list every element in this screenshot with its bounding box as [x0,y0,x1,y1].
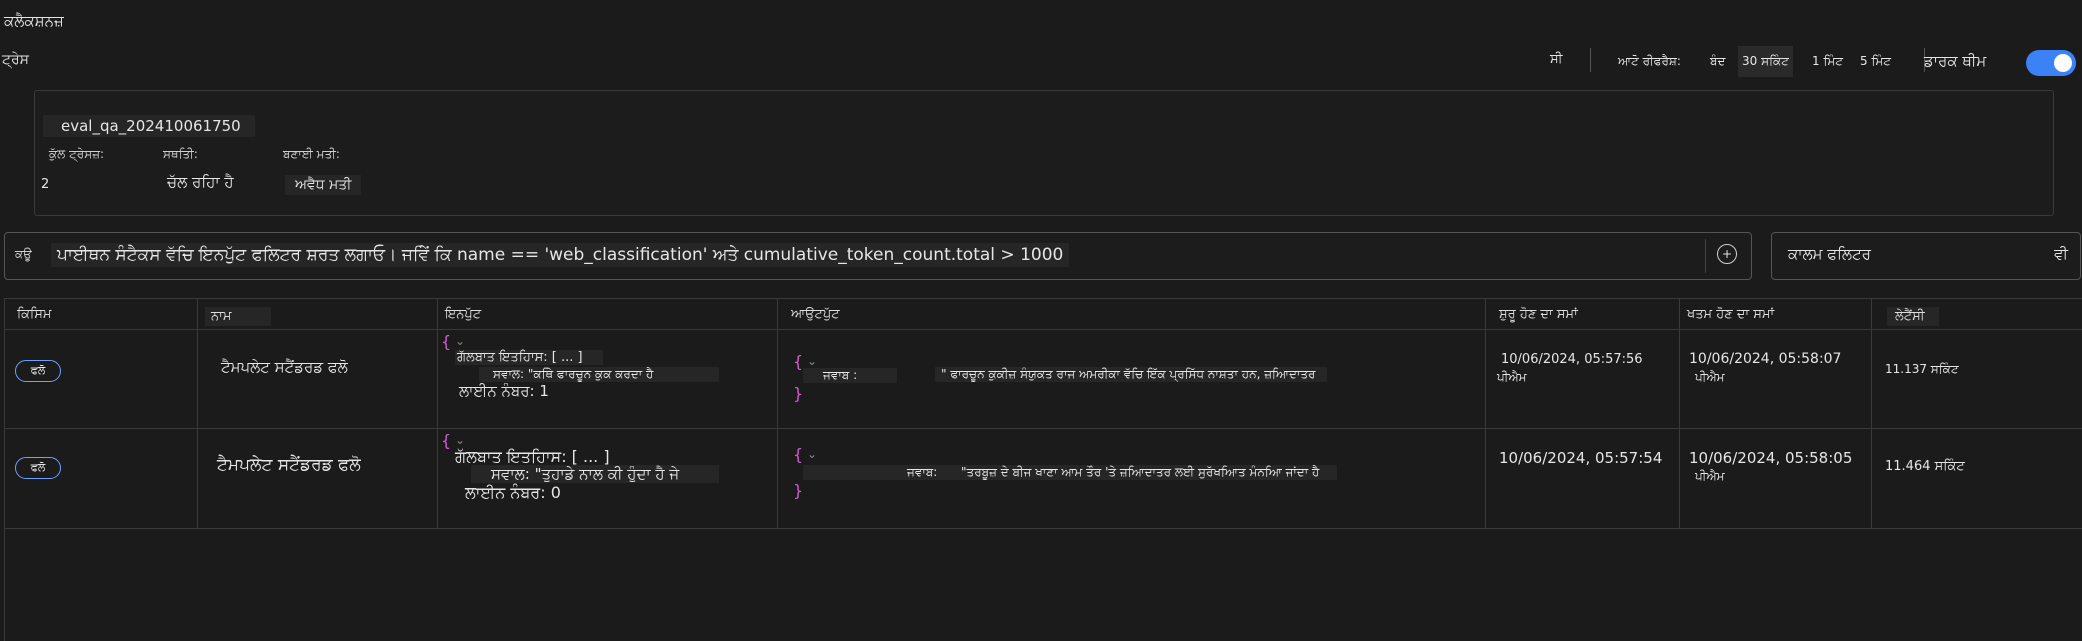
end-time: 10/06/2024, 05:58:05 [1689,449,1853,467]
end-time-ampm: ਪੀਐਮ [1695,370,1725,384]
query-input[interactable]: ਕਊ ਪਾਈਥਨ ਸੰਟੈਕਸ ਵੱਚਿ ਇਨਪੁੱਟ ਫਲਿਟਰ ਸ਼ਰਤ ਲ… [4,232,1752,280]
status-value: ਚੱਲ ਰਹਿਾ ਹੈ [167,173,234,191]
start-time: 10/06/2024, 05:57:56 [1501,352,1643,367]
input-question: ਸਵਾਲ: "ਤੁਹਾਡੇ ਨਾਲ ਕੀ ਹੁੰਦਾ ਹੈ ਜੇ [471,465,720,483]
tab-traces[interactable]: ਟ੍ਰੇਸ [2,52,29,68]
reset-button[interactable]: ਸੀ [1550,52,1563,67]
output-text: " ਫਾਰਚੂਨ ਕੁਕੀਜ਼ ਸੰਯੁਕਤ ਰਾਜ ਅਮਰੀਕਾ ਵੱਚਿ ਇ… [935,367,1328,382]
trace-name[interactable]: ਟੈਮਪਲੇਟ ਸਟੈਂਡਰਡ ਫਲੋ [217,455,361,475]
created-label: ਬਣਾਈ ਮਤੀ: [283,147,340,161]
run-name: eval_qa_202410061750 [43,115,255,137]
column-header-latency[interactable]: ਲੇਟੈਂਸੀ [1887,307,1939,326]
auto-refresh-label: ਆਟੋ ਰੀਫਰੈਸ਼: [1618,54,1681,68]
total-traces-label: ਕੁੱਲ ਟ੍ਰੇਸਜ਼: [49,147,105,161]
refresh-5m-option[interactable]: 5 ਮਿੰਟ [1860,54,1891,69]
start-time: 10/06/2024, 05:57:54 [1499,449,1663,467]
trace-name[interactable]: ਟੈਮਪਲੇਟ ਸਟੈਂਡਰਡ ਫਲੋ [221,358,348,376]
column-filter-label: ਕਾਲਮ ਫਲਿਟਰ [1788,245,1871,263]
input-history: ਗੱਲਬਾਤ ਇਤਹਿਾਸ: [ ... ] [455,447,610,466]
toolbar-divider [1590,48,1591,72]
total-traces-value: 2 [41,177,50,192]
column-header-name[interactable]: ਨਾਮ [205,307,272,326]
input-brace: { [441,332,452,351]
row-divider [5,528,2082,529]
column-header-end-time[interactable]: ਖਤਮ ਹੋਣ ਦਾ ਸਮਾਂ [1687,307,1774,322]
run-summary-card: eval_qa_202410061750 ਕੁੱਲ ਟ੍ਰੇਸਜ਼: ਸਥਤਿੀ… [34,90,2054,216]
output-text: "ਤਰਬੂਜ਼ ਦੇ ਬੀਜ ਖਾਣਾ ਆਮ ਤੌਰ 'ਤੇ ਜ਼ਆਿਦਾਤਰ … [957,465,1338,480]
table-row[interactable]: ਫਲੋ ਟੈਮਪਲੇਟ ਸਟੈਂਡਰਡ ਫਲੋ { ⌄ ਗੱਲਬਾਤ ਇਤਹਿਾ… [5,429,2082,527]
latency: 11.137 ਸਕਿੰਟ [1885,362,1959,376]
input-line-number: ਲਾਈਨ ਨੰਬਰ: 1 [459,382,549,400]
column-header-output[interactable]: ਆਉਟਪੁੱਟ [791,307,840,322]
table-row[interactable]: ਫਲੋ ਟੈਮਪਲੇਟ ਸਟੈਂਡਰਡ ਫਲੋ { ⌄ ਗੱਲਬਾਤ ਇਤਹਿਾ… [5,330,2082,428]
column-filter-input[interactable]: ਕਾਲਮ ਫਲਿਟਰ ਵੀ [1771,232,2081,280]
kind-badge: ਫਲੋ [15,360,61,382]
trace-table: ਕਿਸਿਮ ਨਾਮ ਇਨਪੁੱਟ ਆਉਟਪੁੱਟ ਸ਼ੁਰੂ ਹੋਣ ਦਾ ਸਮ… [4,298,2082,641]
collapse-chevron-icon[interactable]: ⌄ [807,447,817,461]
input-question: ਸਵਾਲ: "ਕਥਿੇ ਫਾਰਚੂਨ ਕੁਕ ਕਰਦਾ ਹੈ [479,367,720,382]
collapse-chevron-icon[interactable]: ⌄ [807,354,817,368]
dark-theme-label: ਡਾਰਕ ਥੀਮ [1924,52,1987,70]
latency: 11.464 ਸਕਿੰਟ [1885,459,1965,474]
kind-badge: ਫਲੋ [15,457,61,479]
status-label: ਸਥਤਿੀ: [163,147,198,161]
refresh-off-option[interactable]: ਬੰਦ [1710,54,1725,69]
output-brace-close: } [793,481,804,500]
output-brace-open: { [793,352,804,371]
created-value: ਅਵੈਧ ਮਤੀ [285,175,362,195]
input-brace: { [441,431,452,450]
query-prefix: ਕਊ [15,247,32,261]
input-line-number: ਲਾਈਨ ਨੰਬਰ: 0 [465,483,561,502]
input-history: ਗੱਲਬਾਤ ਇਤਹਿਾਸ: [ ... ] [455,350,603,365]
output-brace-close: } [793,384,804,403]
column-header-kind[interactable]: ਕਿਸਿਮ [17,307,51,322]
refresh-1m-option[interactable]: 1 ਮਿੰਟ [1812,54,1843,69]
column-header-start-time[interactable]: ਸ਼ੁਰੂ ਹੋਣ ਦਾ ਸਮਾਂ [1499,307,1578,322]
dark-theme-toggle[interactable] [2026,50,2076,76]
output-brace-open: { [793,445,804,464]
end-time-ampm: ਪੀਐਮ [1695,469,1725,483]
column-filter-suffix[interactable]: ਵੀ [2054,245,2068,263]
refresh-30s-option[interactable]: 30 ਸਕਿੰਟ [1738,46,1793,77]
column-header-input[interactable]: ਇਨਪੁੱਟ [445,307,481,322]
output-key: ਜਵਾਬ : [803,368,898,383]
history-icon[interactable]: + [1717,244,1737,264]
start-time-ampm: ਪੀਐਮ [1497,370,1527,384]
output-key: ਜਵਾਬ: [803,465,978,480]
query-divider [1705,239,1706,273]
collapse-chevron-icon[interactable]: ⌄ [455,334,465,348]
end-time: 10/06/2024, 05:58:07 [1689,351,1842,367]
collapse-chevron-icon[interactable]: ⌄ [455,433,465,447]
page-title: ਕਲੈਕਸ਼ਨਜ਼ [4,12,64,30]
query-text[interactable]: ਪਾਈਥਨ ਸੰਟੈਕਸ ਵੱਚਿ ਇਨਪੁੱਟ ਫਲਿਟਰ ਸ਼ਰਤ ਲਗਾਓ… [51,243,1070,267]
